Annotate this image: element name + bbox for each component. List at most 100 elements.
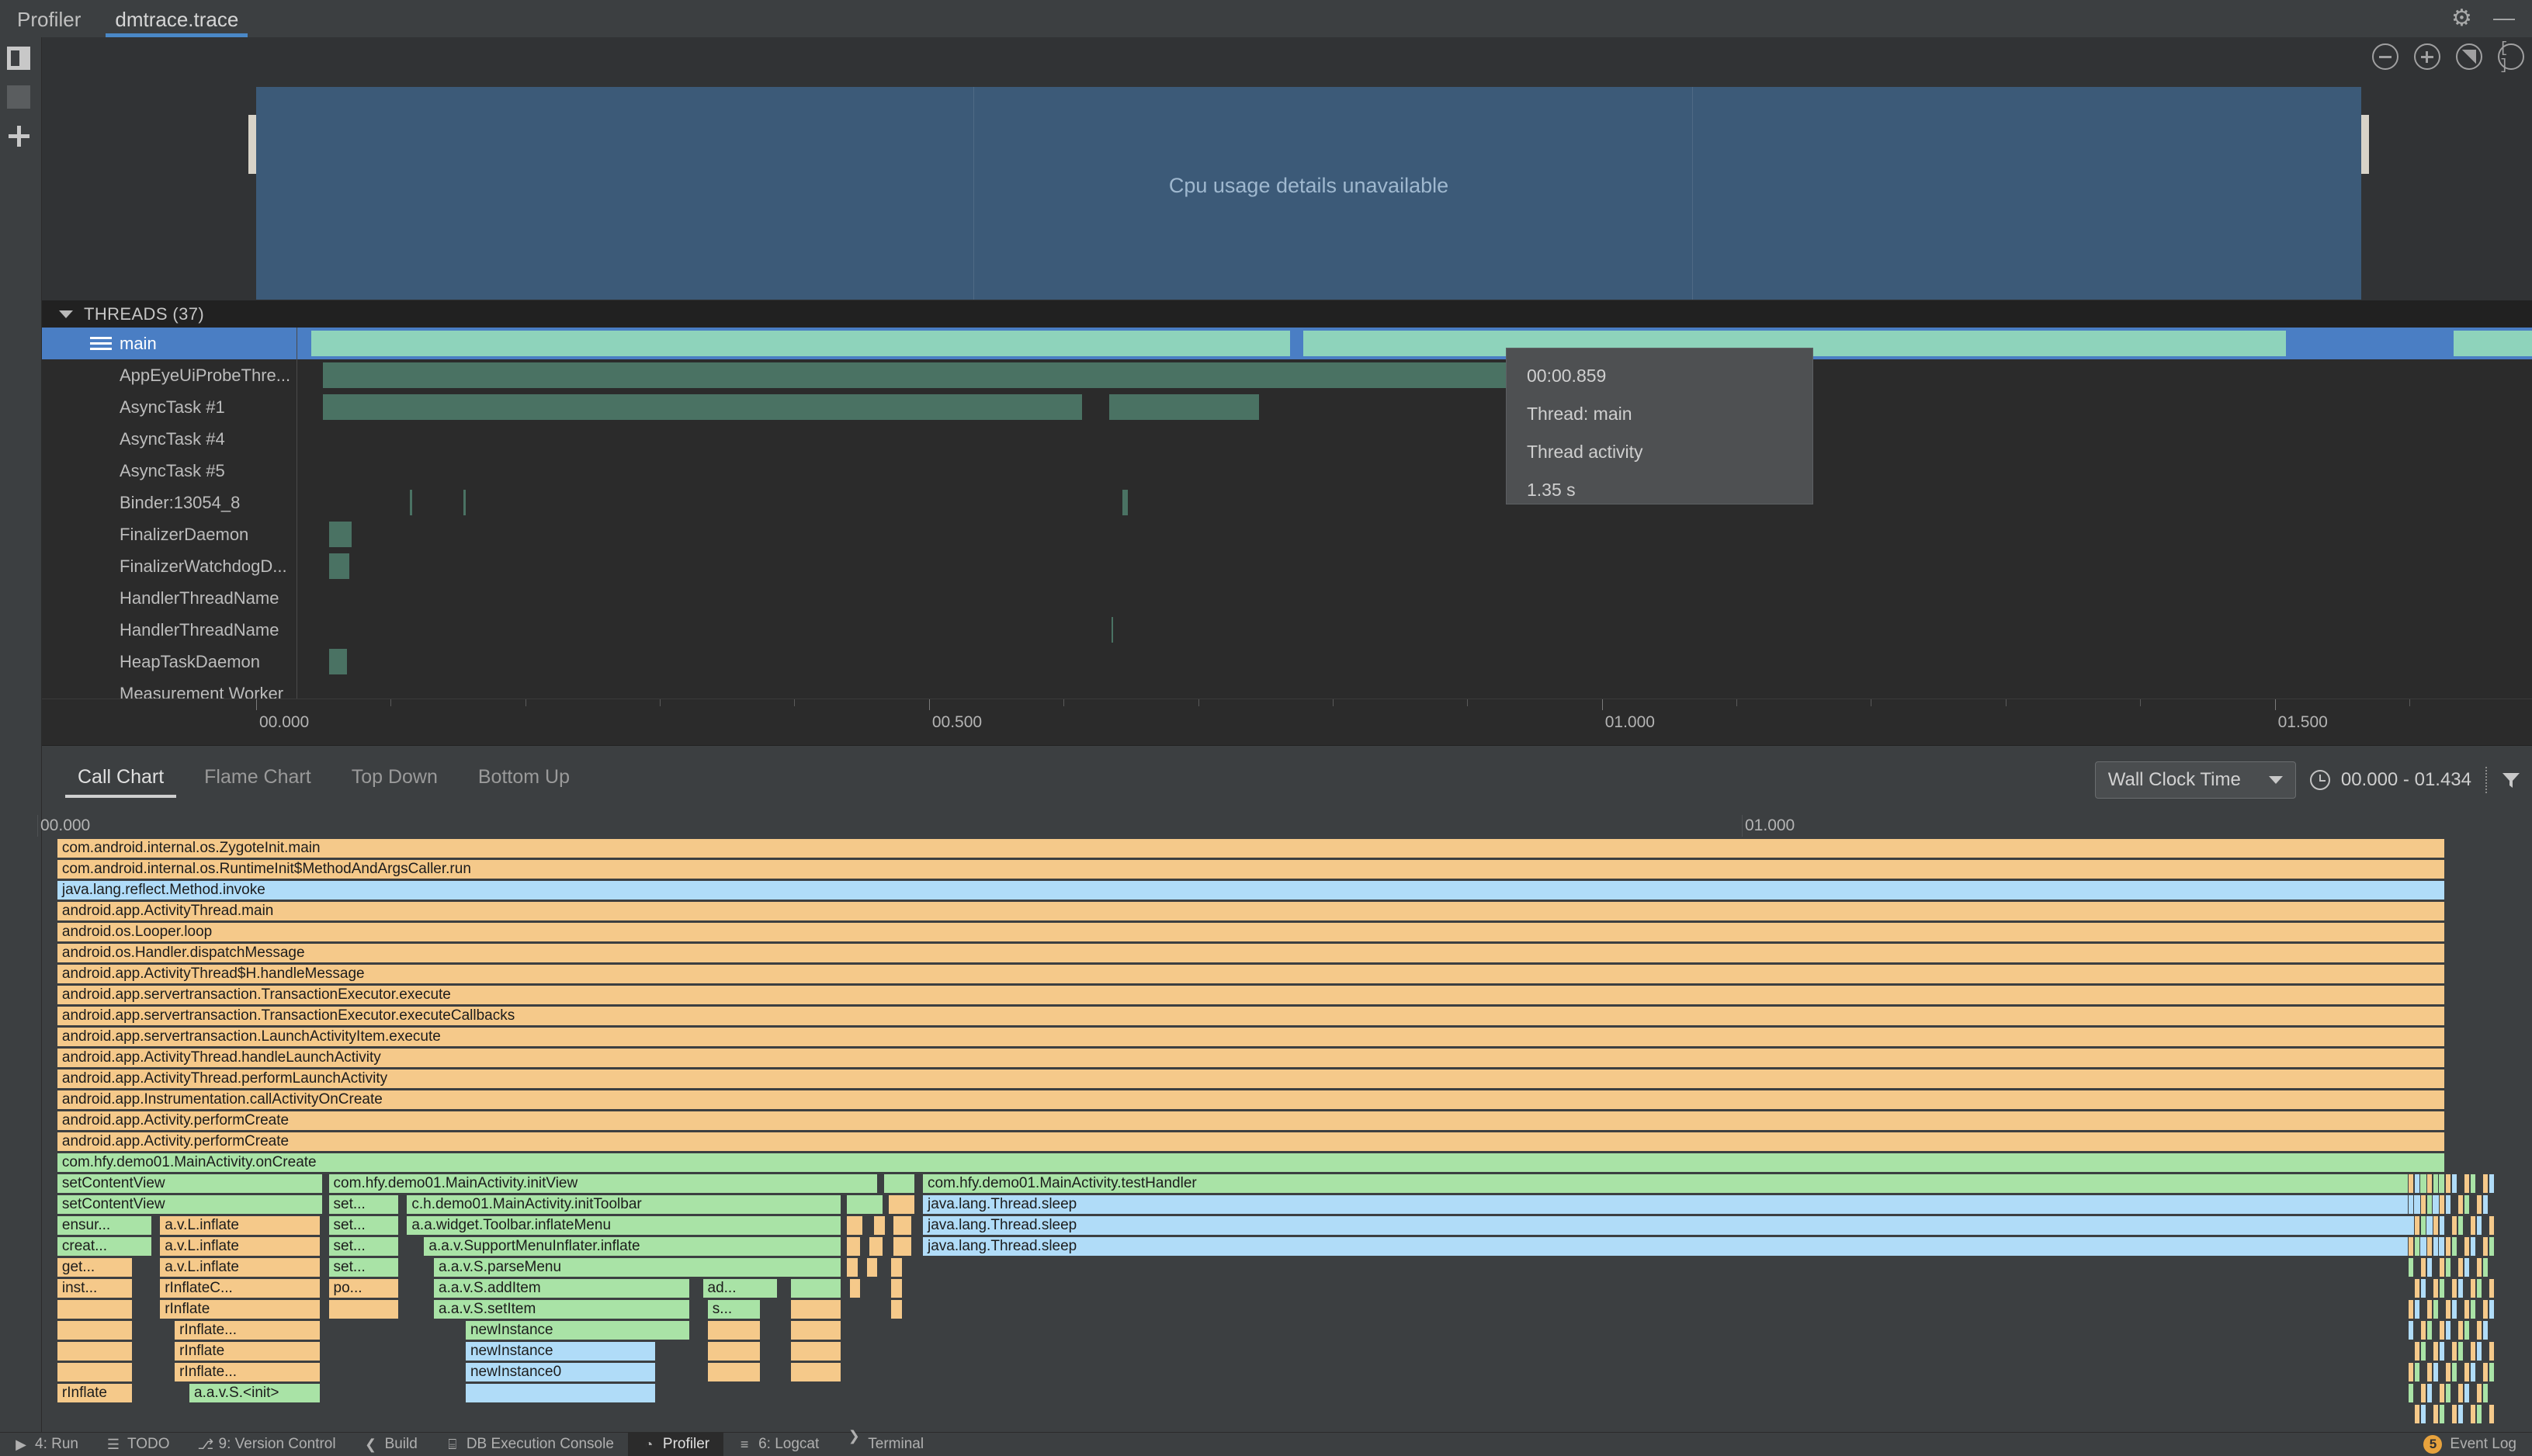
- status-bar-item-build[interactable]: ❮ Build: [350, 1433, 432, 1456]
- call-chart-frame[interactable]: [2420, 1215, 2426, 1236]
- call-chart-frame[interactable]: [2451, 1362, 2457, 1382]
- call-chart-frame[interactable]: android.os.Looper.loop: [56, 922, 2446, 942]
- thread-activity-track[interactable]: [298, 550, 2532, 582]
- call-chart-frame[interactable]: com.hfy.demo01.MainActivity.onCreate: [56, 1153, 2446, 1173]
- call-chart-frame[interactable]: [2408, 1257, 2414, 1277]
- cpu-usage-graph[interactable]: Cpu usage details unavailable: [256, 87, 2361, 300]
- call-chart-frame[interactable]: ad...: [702, 1278, 779, 1298]
- call-chart-frame[interactable]: [56, 1362, 133, 1382]
- call-chart-frame[interactable]: [2470, 1215, 2476, 1236]
- call-chart-frame[interactable]: [2457, 1215, 2464, 1236]
- call-chart-frame[interactable]: [2451, 1173, 2457, 1194]
- call-chart-frame[interactable]: a.v.L.inflate: [159, 1215, 321, 1236]
- call-chart-frame[interactable]: [848, 1278, 862, 1298]
- zoom-out-button[interactable]: [2372, 43, 2398, 70]
- call-chart-flamegraph[interactable]: com.android.internal.os.ZygoteInit.main c…: [42, 838, 2532, 1428]
- call-chart-frame[interactable]: [2439, 1320, 2445, 1340]
- call-chart-frame[interactable]: [2433, 1362, 2439, 1382]
- call-chart-frame[interactable]: newInstance0: [464, 1362, 656, 1382]
- call-chart-frame[interactable]: [2426, 1362, 2433, 1382]
- call-chart-frame[interactable]: [2482, 1383, 2489, 1403]
- call-chart-frame[interactable]: android.app.servertransaction.Transactio…: [56, 1006, 2446, 1026]
- thread-activity-track[interactable]: [298, 678, 2532, 699]
- call-chart-frame[interactable]: [2439, 1278, 2445, 1298]
- call-chart-frame[interactable]: [2464, 1194, 2470, 1215]
- call-chart-frame[interactable]: a.a.v.S.<init>: [189, 1383, 321, 1403]
- call-chart-frame[interactable]: [2457, 1194, 2464, 1215]
- call-chart-frame[interactable]: c.h.demo01.MainActivity.initToolbar: [406, 1194, 842, 1215]
- thread-activity-track[interactable]: [298, 614, 2532, 646]
- filter-icon[interactable]: [2501, 770, 2521, 790]
- thread-row[interactable]: FinalizerDaemon: [42, 518, 2532, 550]
- call-chart-frame[interactable]: [2489, 1236, 2495, 1257]
- call-chart-frame[interactable]: set...: [328, 1236, 399, 1257]
- call-chart-frame[interactable]: java.lang.reflect.Method.invoke: [56, 880, 2446, 900]
- call-chart-frame[interactable]: [2482, 1299, 2489, 1319]
- call-chart-frame[interactable]: [2489, 1341, 2495, 1361]
- call-chart-frame[interactable]: [56, 1341, 133, 1361]
- call-chart-frame[interactable]: [2408, 1173, 2414, 1194]
- thread-activity-segment[interactable]: [329, 522, 352, 547]
- call-chart-frame[interactable]: a.a.v.S.addItem: [433, 1278, 690, 1298]
- thread-activity-track[interactable]: [298, 518, 2532, 550]
- call-chart-frame[interactable]: [2451, 1341, 2457, 1361]
- call-chart-frame[interactable]: [2476, 1341, 2482, 1361]
- call-chart-frame[interactable]: set...: [328, 1194, 399, 1215]
- call-chart-frame[interactable]: [893, 1215, 913, 1236]
- status-bar-item-6-logcat[interactable]: ≡ 6: Logcat: [723, 1433, 833, 1456]
- call-chart-frame[interactable]: [2470, 1341, 2476, 1361]
- call-chart-frame[interactable]: android.app.servertransaction.Transactio…: [56, 985, 2446, 1005]
- call-chart-frame[interactable]: [2476, 1257, 2482, 1277]
- call-chart-frame[interactable]: [2439, 1215, 2445, 1236]
- call-chart-frame[interactable]: rInflateC...: [159, 1278, 321, 1298]
- call-chart-frame[interactable]: [2408, 1194, 2414, 1215]
- call-chart-frame[interactable]: [2445, 1173, 2451, 1194]
- thread-activity-track[interactable]: [298, 391, 2532, 423]
- call-chart-frame[interactable]: setContentView: [56, 1173, 324, 1194]
- call-chart-frame[interactable]: [2476, 1278, 2482, 1298]
- call-chart-frame[interactable]: a.v.L.inflate: [159, 1257, 321, 1277]
- call-chart-frame[interactable]: [2426, 1236, 2433, 1257]
- call-chart-frame[interactable]: [2476, 1194, 2482, 1215]
- tab-flame-chart[interactable]: Flame Chart: [184, 757, 331, 798]
- call-chart-frame[interactable]: [2414, 1404, 2420, 1424]
- call-chart-frame[interactable]: [2420, 1194, 2426, 1215]
- thread-row[interactable]: HeapTaskDaemon: [42, 646, 2532, 678]
- thread-row[interactable]: AsyncTask #5: [42, 455, 2532, 487]
- call-chart-frame[interactable]: [846, 1257, 859, 1277]
- range-handle-left[interactable]: [248, 115, 256, 174]
- call-chart-frame[interactable]: [2470, 1362, 2476, 1382]
- range-handle-right[interactable]: [2361, 115, 2369, 174]
- call-chart-frame[interactable]: a.a.v.SupportMenuInflater.inflate: [423, 1236, 842, 1257]
- minimize-icon[interactable]: [2493, 8, 2515, 29]
- call-chart-frame[interactable]: [2445, 1383, 2451, 1403]
- thread-row[interactable]: AppEyeUiProbeThre...: [42, 359, 2532, 391]
- call-chart-frame[interactable]: [2476, 1215, 2482, 1236]
- thread-row[interactable]: Binder:13054_8: [42, 487, 2532, 518]
- status-bar-item-9-version-control[interactable]: ⎇ 9: Version Control: [184, 1433, 350, 1456]
- call-chart-frame[interactable]: [2476, 1320, 2482, 1340]
- call-chart-frame[interactable]: [2482, 1194, 2489, 1215]
- threads-section-header[interactable]: THREADS (37): [42, 301, 2532, 328]
- call-chart-frame[interactable]: [789, 1341, 842, 1361]
- call-chart-frame[interactable]: [2445, 1299, 2451, 1319]
- call-chart-frame[interactable]: java.lang.Thread.sleep: [922, 1194, 2446, 1215]
- call-chart-frame[interactable]: [2408, 1383, 2414, 1403]
- tab-top-down[interactable]: Top Down: [331, 757, 458, 798]
- call-chart-frame[interactable]: com.hfy.demo01.MainActivity.initView: [328, 1173, 879, 1194]
- status-bar-item-4-run[interactable]: ▶ 4: Run: [0, 1433, 92, 1456]
- call-chart-frame[interactable]: android.app.ActivityThread$H.handleMessa…: [56, 964, 2446, 984]
- call-chart-frame[interactable]: [2433, 1215, 2439, 1236]
- call-chart-frame[interactable]: [2439, 1257, 2445, 1277]
- thread-row[interactable]: main: [42, 328, 2532, 359]
- call-chart-frame[interactable]: [2476, 1404, 2482, 1424]
- call-chart-frame[interactable]: android.app.Activity.performCreate: [56, 1132, 2446, 1152]
- call-chart-frame[interactable]: android.app.ActivityThread.handleLaunchA…: [56, 1048, 2446, 1068]
- call-chart-frame[interactable]: [2414, 1341, 2420, 1361]
- call-chart-frame[interactable]: [789, 1278, 842, 1298]
- call-chart-frame[interactable]: [2426, 1257, 2433, 1277]
- call-chart-frame[interactable]: [846, 1194, 883, 1215]
- call-chart-frame[interactable]: [2433, 1341, 2439, 1361]
- gear-icon[interactable]: [2451, 8, 2473, 29]
- call-chart-frame[interactable]: [2433, 1278, 2439, 1298]
